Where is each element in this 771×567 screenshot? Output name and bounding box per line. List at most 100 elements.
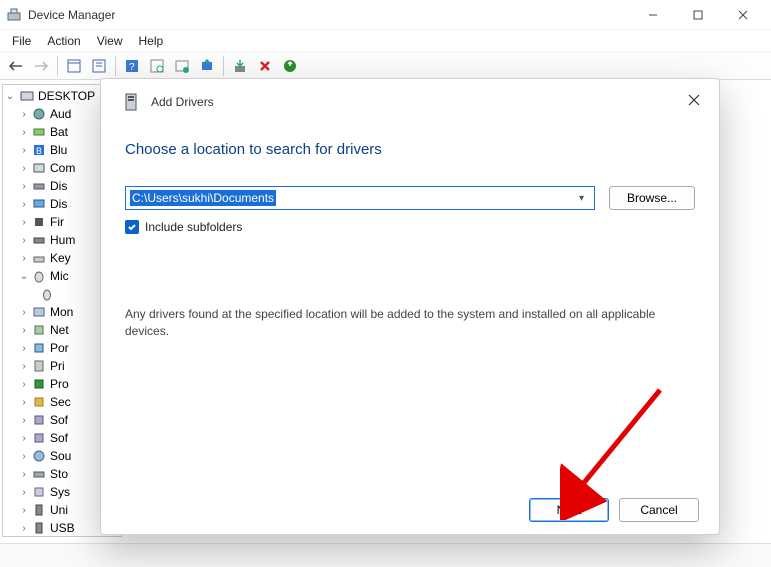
minimize-button[interactable] [630,1,675,29]
expand-icon[interactable]: › [17,217,31,228]
forward-button[interactable] [29,54,53,78]
expand-icon[interactable]: › [17,451,31,462]
tree-item-label: Blu [50,143,67,157]
device-category-icon [31,394,47,410]
menubar: File Action View Help [0,30,771,52]
tree-item-label: Sys [50,485,70,499]
app-icon [6,7,22,23]
svg-text:B: B [36,146,42,156]
expand-icon[interactable]: › [17,127,31,138]
expand-icon[interactable]: › [17,523,31,534]
dialog-title: Add Drivers [151,95,709,109]
expand-icon[interactable]: › [17,397,31,408]
tree-item-label: Fir [50,215,64,229]
expand-icon[interactable]: › [17,343,31,354]
include-subfolders-checkbox[interactable] [125,220,139,234]
include-subfolders-label: Include subfolders [145,220,242,234]
device-category-icon [31,520,47,536]
path-combobox[interactable]: C:\Users\sukhi\Documents ▾ [125,186,595,210]
expand-icon[interactable]: › [17,415,31,426]
device-category-icon [31,466,47,482]
tree-item-label: Hum [50,233,75,247]
expand-icon[interactable]: › [17,487,31,498]
device-category-icon [31,124,47,140]
enable-button[interactable] [278,54,302,78]
tree-item-label: Sto [50,467,68,481]
tree-root-label: DESKTOP [38,89,95,103]
dialog-heading: Choose a location to search for drivers [125,141,695,158]
tree-item-label: Por [50,341,69,355]
expand-icon[interactable]: › [17,253,31,264]
device-category-icon [31,358,47,374]
expand-icon[interactable]: › [17,145,31,156]
menu-help[interactable]: Help [131,32,172,50]
device-category-icon: B [31,142,47,158]
tree-item-label: Bat [50,125,68,139]
tree-item-label: USB [50,521,75,535]
expand-icon[interactable]: › [17,361,31,372]
expand-icon[interactable]: › [17,469,31,480]
tree-item-label: Aud [50,107,71,121]
tree-item-label: Pri [50,359,65,373]
chevron-down-icon[interactable]: ▾ [579,193,590,204]
help-button[interactable]: ? [120,54,144,78]
maximize-button[interactable] [675,1,720,29]
device-category-icon [31,376,47,392]
status-bar [0,543,771,567]
add-drivers-dialog: Add Drivers Choose a location to search … [100,78,720,535]
next-button[interactable]: Next [529,498,609,522]
dialog-close-button[interactable] [675,85,713,115]
tree-item-label: Dis [50,197,67,211]
device-category-icon [31,304,47,320]
expand-icon[interactable]: › [17,433,31,444]
tree-item-label: Pro [50,377,69,391]
collapse-icon[interactable]: ⌄ [3,91,17,102]
toolbar: ? [0,52,771,80]
browse-button[interactable]: Browse... [609,186,695,210]
mouse-icon [39,286,55,302]
show-all-button[interactable] [62,54,86,78]
menu-action[interactable]: Action [39,32,88,50]
device-category-icon [31,106,47,122]
expand-icon[interactable]: ⌄ [17,271,31,282]
expand-icon[interactable]: › [17,235,31,246]
menu-file[interactable]: File [4,32,39,50]
back-button[interactable] [4,54,28,78]
device-category-icon [31,214,47,230]
device-category-icon [31,322,47,338]
properties-button[interactable] [87,54,111,78]
cancel-button[interactable]: Cancel [619,498,699,522]
uninstall-button[interactable] [253,54,277,78]
tree-item-label: Net [50,323,69,337]
expand-icon[interactable]: › [17,325,31,336]
expand-icon[interactable]: › [17,379,31,390]
install-button[interactable] [228,54,252,78]
device-category-icon [31,484,47,500]
scan-button[interactable] [145,54,169,78]
menu-view[interactable]: View [89,32,131,50]
update-driver-button[interactable] [195,54,219,78]
device-category-icon [31,178,47,194]
close-button[interactable] [720,1,765,29]
tree-item-label: Sec [50,395,71,409]
device-category-icon [31,340,47,356]
device-category-icon [31,412,47,428]
expand-icon[interactable]: › [17,307,31,318]
expand-icon[interactable]: › [17,181,31,192]
device-category-icon [31,196,47,212]
tree-item-label: Mic [50,269,69,283]
tree-item-label: Com [50,161,75,175]
titlebar: Device Manager [0,0,771,30]
device-category-icon [31,502,47,518]
expand-icon[interactable]: › [17,163,31,174]
computer-icon [19,88,35,104]
device-category-icon [31,268,47,284]
expand-icon[interactable]: › [17,199,31,210]
path-value: C:\Users\sukhi\Documents [130,190,276,206]
expand-icon[interactable]: › [17,109,31,120]
expand-icon[interactable]: › [17,505,31,516]
window-title: Device Manager [28,8,630,22]
device-category-icon [31,250,47,266]
tree-item-label: Key [50,251,71,265]
add-driver-button[interactable] [170,54,194,78]
